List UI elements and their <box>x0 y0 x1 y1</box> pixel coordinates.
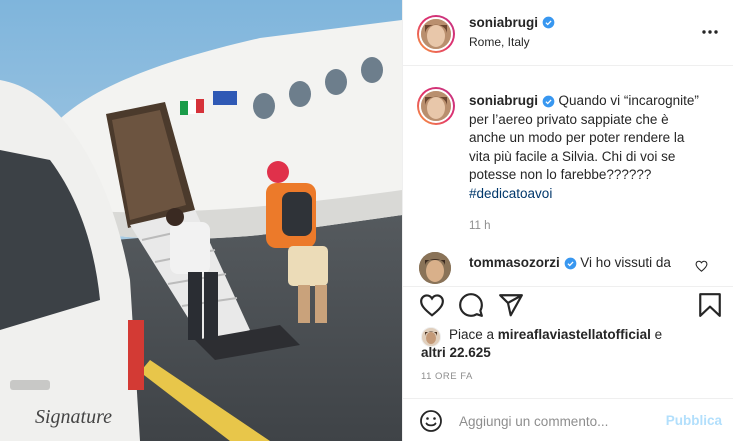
post-time-ago[interactable]: 11 ORE FA <box>421 371 473 382</box>
caption-line: per l’aereo privato sappiate che è <box>469 111 669 127</box>
comment-avatar[interactable] <box>419 252 451 284</box>
smiley-icon[interactable] <box>419 409 443 433</box>
post-actions: Piace a mireaflaviastellatofficial e alt… <box>403 286 733 406</box>
post-side-panel: soniabrugi Rome, Italy soniabrugi Quando… <box>402 0 733 441</box>
van-logo-script: Signature <box>35 406 112 428</box>
comments-list[interactable]: soniabrugi Quando vi “incarognite” per l… <box>403 66 733 286</box>
liker-username[interactable]: mireaflaviastellatofficial <box>498 327 651 342</box>
caption-hashtag-link[interactable]: #dedicatoavoi <box>469 185 727 204</box>
caption-line: anche un modo per poter rendere la <box>469 130 685 145</box>
comment-verified-badge-icon <box>564 257 576 270</box>
bookmark-icon[interactable] <box>698 292 722 318</box>
comment-like-heart-icon[interactable] <box>695 260 708 272</box>
caption-avatar-face-icon <box>421 91 451 121</box>
likes-others[interactable]: altri 22.625 <box>421 344 491 362</box>
publish-button[interactable]: Pubblica <box>666 413 722 428</box>
avatar[interactable] <box>419 17 453 51</box>
more-options-icon[interactable] <box>700 24 720 40</box>
caption-author-username[interactable]: soniabrugi <box>469 93 538 108</box>
likes-summary: Piace a mireaflaviastellatofficial e <box>449 326 729 344</box>
paper-plane-icon[interactable] <box>498 292 524 318</box>
comment-author-username[interactable]: tommasozorzi <box>469 255 560 270</box>
comment-bubble-icon[interactable] <box>458 292 484 318</box>
post-photo-illustration: Signature <box>0 0 402 441</box>
comment-avatar-face-icon <box>419 252 451 284</box>
caption-text-first-line: Quando vi “incarognite” <box>558 93 699 108</box>
caption-avatar[interactable] <box>419 89 453 123</box>
caption-line: vita più facile a Silvia. Chi di voi se <box>469 148 676 164</box>
heart-icon[interactable] <box>419 293 445 317</box>
likes-conjunction: e <box>654 327 663 342</box>
post-location[interactable]: Rome, Italy <box>469 35 530 49</box>
post-photo[interactable]: Signature <box>0 0 402 441</box>
post-caption: soniabrugi Quando vi “incarognite” per l… <box>469 92 727 236</box>
verified-badge-icon <box>543 16 555 29</box>
add-comment-bar: Pubblica <box>403 398 733 441</box>
comment-text: Vi ho vissuti da <box>580 255 671 270</box>
avatar-face-icon <box>421 19 451 49</box>
caption-timestamp[interactable]: 11 h <box>469 217 727 236</box>
likes-prefix: Piace a <box>449 327 495 342</box>
likes-count[interactable]: altri 22.625 <box>421 345 491 360</box>
caption-verified-badge-icon <box>542 95 555 108</box>
comment-input[interactable] <box>459 411 659 431</box>
caption-line: potesse non lo farebbe?????? <box>469 167 652 182</box>
comment-item: tommasozorzi Vi ho vissuti da <box>469 254 671 273</box>
post-author-username[interactable]: soniabrugi <box>469 15 538 30</box>
post-header: soniabrugi Rome, Italy <box>403 0 733 66</box>
